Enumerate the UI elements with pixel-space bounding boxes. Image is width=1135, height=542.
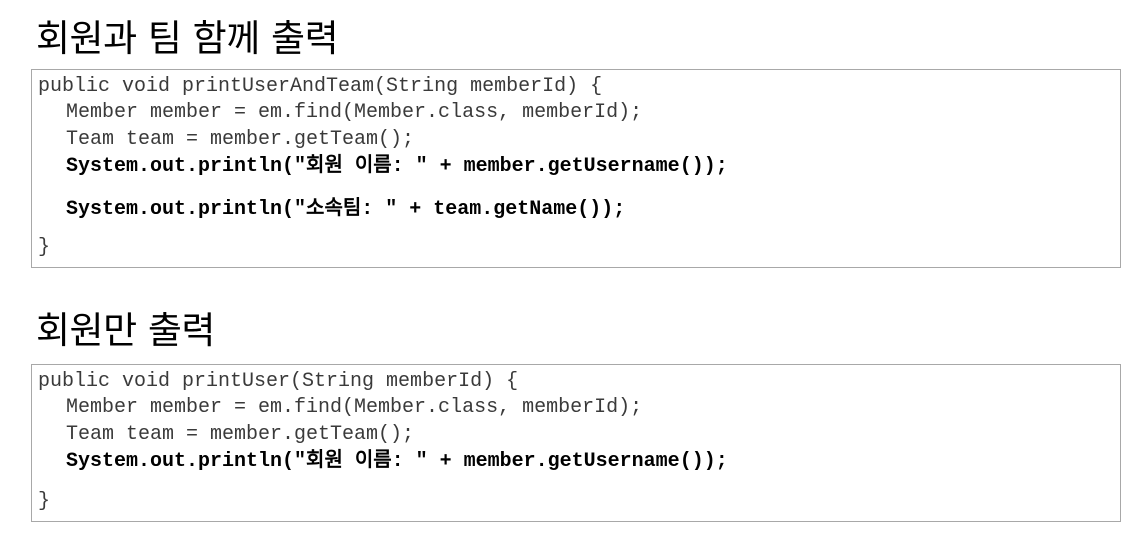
code-block-print-user-and-team: public void printUserAndTeam(String memb… <box>31 69 1121 268</box>
code-line-closing-brace: } <box>38 236 51 259</box>
code-line-find-member: Member member = em.find(Member.class, me… <box>66 101 643 124</box>
code-line-get-team: Team team = member.getTeam(); <box>66 423 415 446</box>
code-line-method-signature: public void printUser(String memberId) { <box>38 370 519 393</box>
code-line-print-username: System.out.println("회원 이름: " + member.ge… <box>66 450 728 473</box>
code-line-method-signature: public void printUserAndTeam(String memb… <box>38 75 603 98</box>
section-title-user-only: 회원만 출력 <box>36 309 215 352</box>
code-block-print-user: public void printUser(String memberId) {… <box>31 364 1121 522</box>
code-line-print-team-name: System.out.println("소속팀: " + team.getNam… <box>66 198 626 221</box>
code-line-print-username: System.out.println("회원 이름: " + member.ge… <box>66 155 728 178</box>
section-title-user-and-team: 회원과 팀 함께 출력 <box>36 17 339 60</box>
code-line-get-team: Team team = member.getTeam(); <box>66 128 415 151</box>
code-line-closing-brace: } <box>38 490 51 513</box>
code-line-find-member: Member member = em.find(Member.class, me… <box>66 396 643 419</box>
